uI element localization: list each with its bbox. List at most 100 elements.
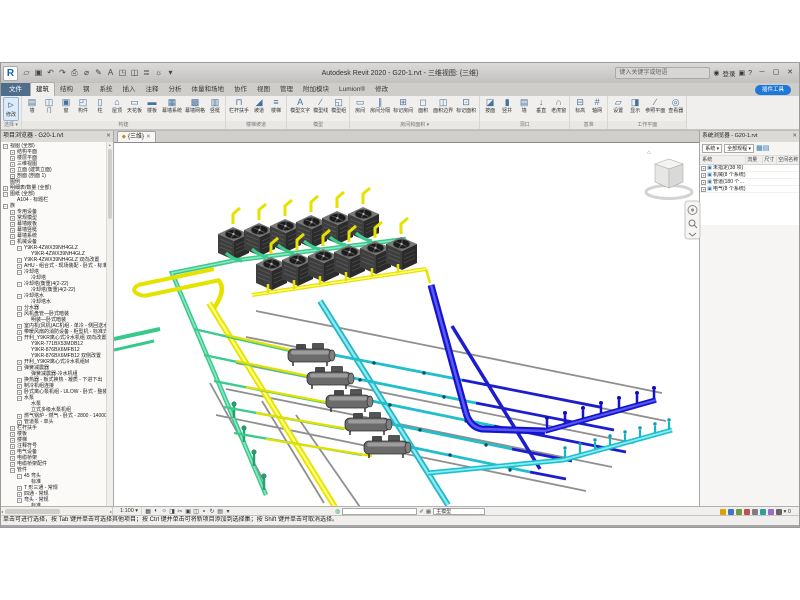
ribbon-button[interactable]: ▦ 幕墙系统 [161,97,183,121]
view-control-icon[interactable]: ▣ [184,508,192,515]
status-filter-icon[interactable] [768,509,774,515]
search-input[interactable]: 键入关键字或短语 [615,67,710,79]
status-filter-icon[interactable] [752,509,758,515]
expand-toggle-icon[interactable]: + [17,264,22,269]
ribbon-button[interactable]: ∕ 模型线 [312,97,329,121]
expand-toggle-icon[interactable] [3,180,8,185]
ribbon-tab[interactable]: 系统 [95,83,118,96]
ribbon-button[interactable]: ▭ 房间 [352,97,368,121]
ribbon-panel-label[interactable]: 工作平面 [608,121,686,129]
revit-logo-icon[interactable]: R [3,66,18,81]
ribbon-button[interactable]: ⊡ 标记面积 [455,97,477,121]
qat-icon[interactable]: A [105,64,116,82]
expand-toggle-icon[interactable] [24,300,29,305]
project-browser-vscrollbar[interactable]: ▴ [106,142,113,506]
ribbon-tab[interactable]: 分析 [164,83,187,96]
view-control-icon[interactable]: ◫ [192,508,200,515]
expand-toggle-icon[interactable]: + [10,222,15,227]
ribbon-panel-label[interactable]: 楼梯坡道 [226,121,286,129]
close-icon[interactable]: ✕ [792,131,797,142]
app-store-icon[interactable]: ▣ [738,69,745,77]
ribbon-button[interactable]: ▥ 竖梃 [207,97,223,121]
expand-toggle-icon[interactable]: − [3,144,8,149]
ribbon-button[interactable]: ▤ 墙 [516,97,532,121]
column-header[interactable]: 空间名称 [777,156,799,164]
expand-toggle-icon[interactable]: + [701,166,706,171]
ribbon-button[interactable]: ◎ 查看器 [667,97,684,121]
system-filter-dropdown[interactable]: 系统 ▾ [702,144,722,153]
expand-toggle-icon[interactable]: + [10,450,15,455]
expand-toggle-icon[interactable]: − [17,474,22,479]
expand-toggle-icon[interactable]: + [10,162,15,167]
ribbon-button[interactable]: # 轴网 [589,97,605,121]
expand-toggle-icon[interactable]: − [10,240,15,245]
ribbon-panel-label[interactable]: 模型 [287,121,349,129]
qat-icon[interactable]: ⎙ [69,64,80,82]
ribbon-button[interactable]: ▮ 竖井 [499,97,515,121]
ribbon-button[interactable]: ↓ 垂直 [533,97,549,121]
plugin-button[interactable]: 插件工具 [755,85,791,95]
scale-control[interactable]: 1:100 ▾ [117,507,142,516]
expand-toggle-icon[interactable]: − [3,204,8,209]
ribbon-button[interactable]: ▬ 楼板 [144,97,160,121]
ribbon-tab[interactable]: 建筑 [30,82,55,96]
expand-toggle-icon[interactable]: + [10,216,15,221]
viewcube[interactable]: ⌂ [646,150,692,199]
expand-toggle-icon[interactable]: − [3,192,8,197]
project-browser-hscrollbar[interactable]: ◂▸ [1,507,113,515]
ribbon-button[interactable]: ▱ 设置 [610,97,626,121]
ribbon-button[interactable]: ⊟ 标高 [572,97,588,121]
expand-toggle-icon[interactable]: + [10,444,15,449]
qat-icon[interactable]: ✎ [93,64,104,82]
view-control-icon[interactable]: ⚬ [200,508,208,515]
expand-toggle-icon[interactable]: + [10,210,15,215]
design-option-dropdown[interactable]: 主模型 [433,508,485,515]
workset-dropdown[interactable] [342,508,417,515]
qat-icon[interactable]: ▾ [165,64,176,82]
ribbon-tab[interactable]: 文件 [1,83,30,96]
expand-toggle-icon[interactable]: + [10,426,15,431]
expand-toggle-icon[interactable] [24,318,29,323]
editable-items-icon[interactable]: ✐ [419,509,424,515]
expand-toggle-icon[interactable]: + [10,168,15,173]
column-header[interactable]: 流量 [746,156,763,164]
expand-toggle-icon[interactable]: + [10,234,15,239]
view-control-icon[interactable]: ▦ [144,508,152,515]
ribbon-button[interactable]: ≡ 楼梯 [268,97,284,121]
ribbon-button[interactable]: ◰ 构件 [75,97,91,121]
ribbon-tab[interactable]: 附加模块 [298,83,334,96]
tree-item[interactable]: + AHU - 组合式 - 现场装配 - 卧式 - 标准 - 2000 - 55… [1,263,106,269]
ribbon-button[interactable]: ◱ 模型组 [330,97,347,121]
expand-toggle-icon[interactable]: + [10,432,15,437]
expand-toggle-icon[interactable] [24,348,29,353]
ribbon-tab[interactable]: 管理 [275,83,298,96]
view-control-icon[interactable]: ✂ [176,508,184,515]
status-filter-icon[interactable] [736,509,742,515]
status-filter-icon[interactable] [720,509,726,515]
ribbon-tab[interactable]: 结构 [55,83,78,96]
expand-toggle-icon[interactable] [24,276,29,281]
ribbon-tab[interactable]: Lumion® [334,83,370,96]
ribbon-tab[interactable]: 视图 [252,83,275,96]
window-control-button[interactable]: ─ [755,64,769,82]
expand-toggle-icon[interactable] [24,354,29,359]
expand-toggle-icon[interactable]: + [701,173,706,178]
ribbon-button[interactable]: ▭ 天花板 [126,97,143,121]
ribbon-button[interactable]: ◢ 坡道 [251,97,267,121]
expand-toggle-icon[interactable]: + [17,360,22,365]
expand-toggle-icon[interactable]: + [17,330,22,335]
view-control-icon[interactable]: ◐ [152,508,160,515]
ribbon-tab[interactable]: 修改 [370,83,393,96]
ribbon-tab[interactable]: 注释 [141,83,164,96]
expand-toggle-icon[interactable]: − [10,468,15,473]
qat-icon[interactable]: ▱ [21,64,32,82]
system-browser-tool-icon[interactable]: ▤ [763,145,770,152]
ribbon-panel-label[interactable]: 房间和面积 ▾ [350,121,479,129]
status-filter-icon[interactable] [744,509,750,515]
ribbon-button[interactable]: ∕ 参照平面 [644,97,666,121]
expand-toggle-icon[interactable]: + [17,384,22,389]
expand-toggle-icon[interactable]: + [10,438,15,443]
expand-toggle-icon[interactable]: + [10,174,15,179]
expand-toggle-icon[interactable]: + [17,306,22,311]
qat-icon[interactable]: ↶ [45,64,56,82]
